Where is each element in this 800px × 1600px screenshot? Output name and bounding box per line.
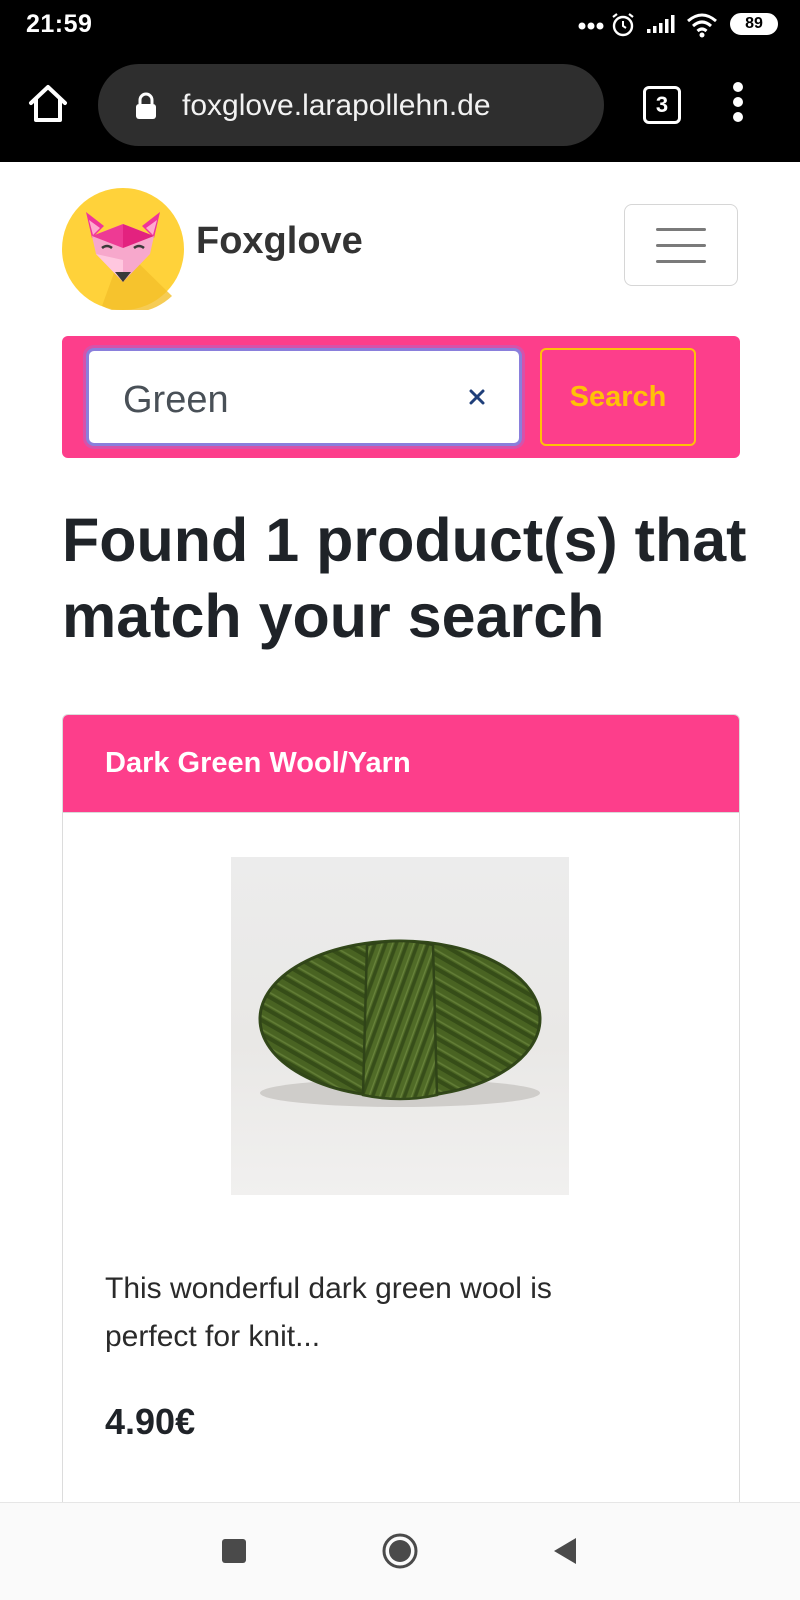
browser-toolbar: foxglove.larapollehn.de 3: [0, 52, 800, 162]
search-input-value: Green: [123, 379, 229, 421]
brand-name[interactable]: Foxglove: [196, 220, 363, 263]
tab-count: 3: [655, 92, 669, 117]
alarm-icon: [612, 13, 634, 37]
dots-icon: [578, 22, 604, 30]
address-bar[interactable]: foxglove.larapollehn.de: [98, 64, 604, 146]
url-text: foxglove.larapollehn.de: [182, 89, 491, 122]
system-nav-bar: [0, 1502, 800, 1600]
product-price: 4.90€: [105, 1401, 196, 1442]
close-icon[interactable]: [469, 389, 485, 405]
product-title[interactable]: Dark Green Wool/Yarn: [105, 747, 411, 780]
signal-icon: [647, 15, 675, 33]
tabs-icon[interactable]: 3: [643, 86, 681, 124]
product-card-header: Dark Green Wool/Yarn: [63, 715, 739, 813]
wifi-icon: [687, 13, 717, 38]
web-page: Foxglove Green Search Found 1 product(s)…: [0, 162, 800, 1514]
product-image[interactable]: [231, 857, 569, 1195]
battery-level: 89: [745, 15, 763, 32]
hamburger-icon[interactable]: [624, 204, 738, 286]
lock-icon: [136, 92, 156, 119]
phone-screen: 21:59 89 foxglove.larapollehn.de 3 Foxgl…: [0, 0, 800, 1600]
product-card[interactable]: Dark Green Wool/Yarn This wonderful dark…: [62, 714, 740, 1514]
battery-icon: 89: [730, 13, 778, 35]
results-heading: Found 1 product(s) that match your searc…: [62, 506, 747, 650]
back-icon[interactable]: [552, 1536, 578, 1566]
search-input[interactable]: Green: [86, 348, 522, 446]
green-yarn-ball: [258, 939, 542, 1107]
search-button[interactable]: Search: [540, 348, 696, 446]
search-form: Green Search: [62, 336, 740, 458]
site-navbar: Foxglove: [62, 188, 738, 314]
product-description: This wonderful dark green wool is perfec…: [105, 1272, 552, 1353]
status-time: 21:59: [26, 10, 93, 38]
menu-dots-icon[interactable]: [728, 82, 748, 128]
home-icon[interactable]: [26, 82, 70, 126]
fox-logo[interactable]: [62, 188, 184, 310]
recents-icon[interactable]: [222, 1539, 246, 1563]
status-bar: 21:59 89: [0, 0, 800, 52]
home-circle-icon[interactable]: [382, 1533, 418, 1569]
